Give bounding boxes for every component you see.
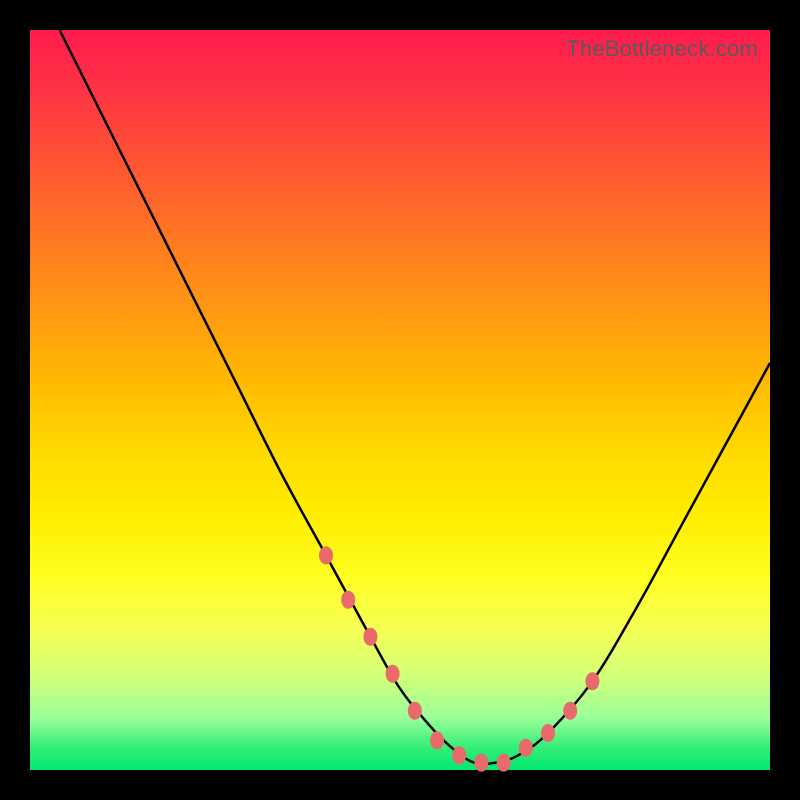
marker-point (319, 546, 333, 564)
marker-point (563, 702, 577, 720)
plot-area: TheBottleneck.com (30, 30, 770, 770)
marker-point (341, 591, 355, 609)
marker-point (430, 731, 444, 749)
bottleneck-curve (60, 30, 770, 764)
marker-point (386, 665, 400, 683)
watermark-text: TheBottleneck.com (566, 36, 758, 62)
marker-point (363, 628, 377, 646)
marker-group (319, 546, 599, 771)
marker-point (519, 739, 533, 757)
marker-point (452, 746, 466, 764)
marker-point (474, 754, 488, 772)
marker-point (541, 724, 555, 742)
marker-point (408, 702, 422, 720)
marker-point (497, 754, 511, 772)
marker-point (585, 672, 599, 690)
chart-frame: TheBottleneck.com (0, 0, 800, 800)
chart-svg (30, 30, 770, 770)
